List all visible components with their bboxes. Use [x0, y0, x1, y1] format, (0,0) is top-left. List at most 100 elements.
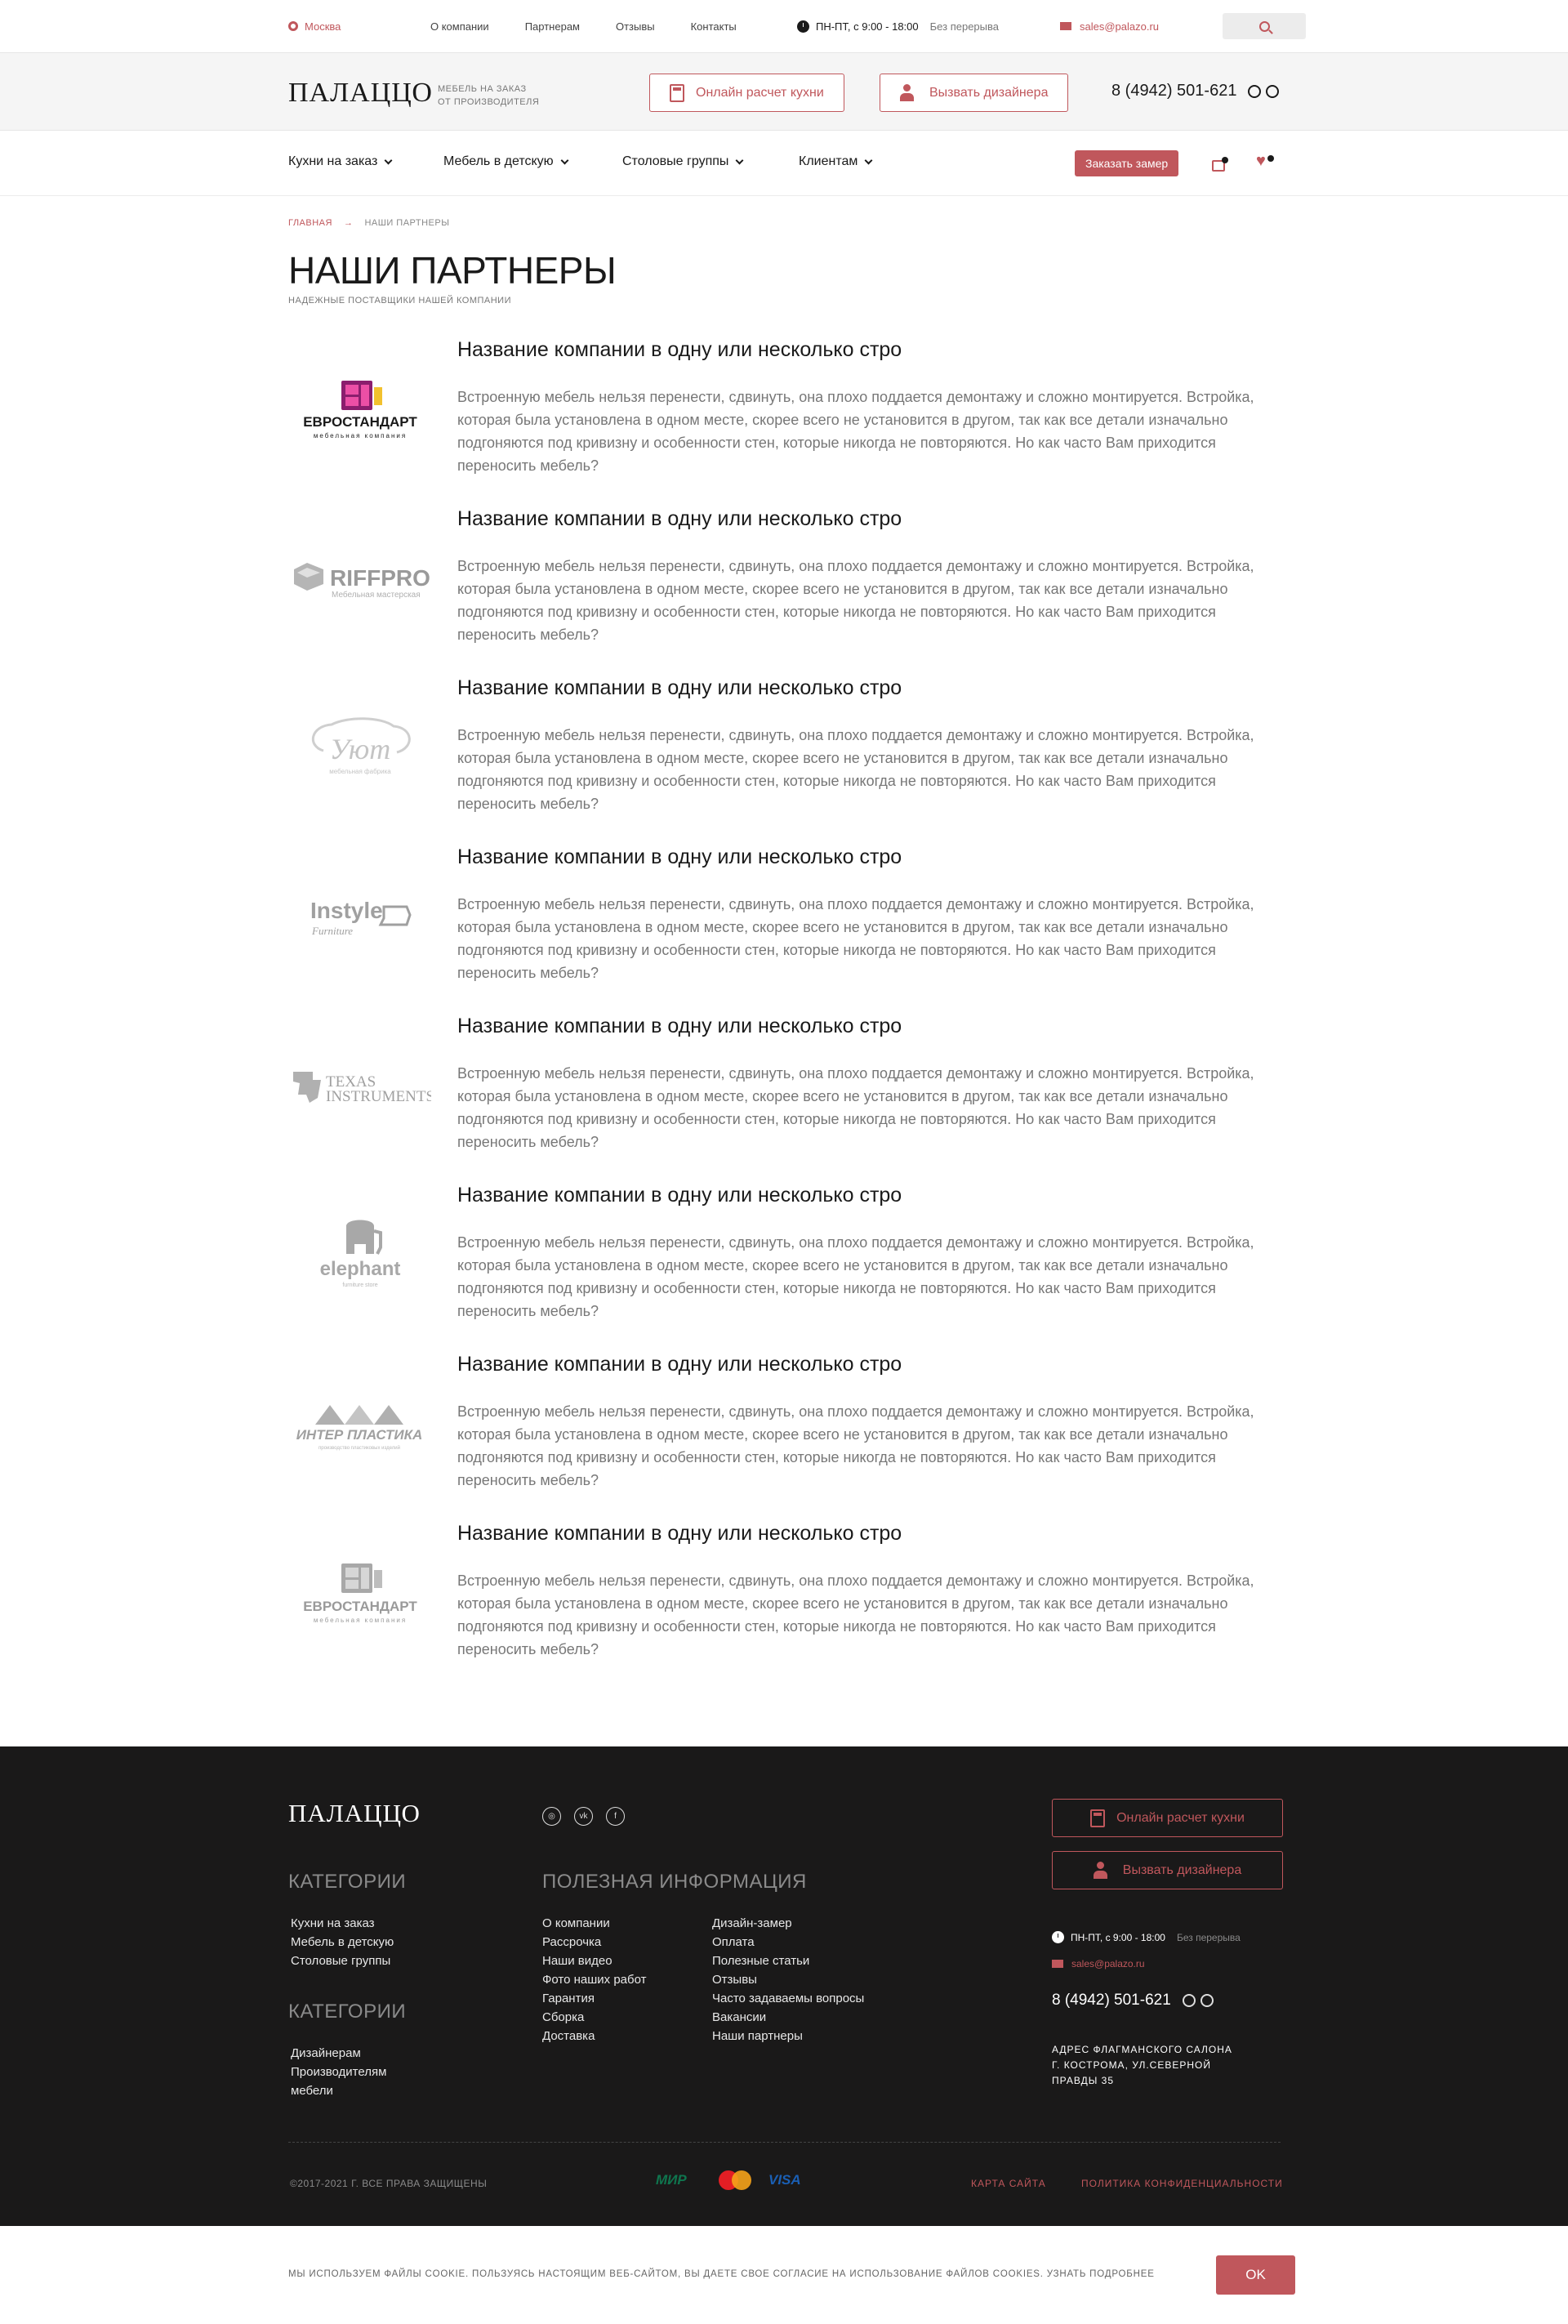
svg-text:ЕВРОСТАНДАРТ: ЕВРОСТАНДАРТ [303, 414, 417, 430]
footer-link-dining[interactable]: Столовые группы [291, 1954, 390, 1968]
footer-hours-text: ПН-ПТ, с 9:00 - 18:00 [1071, 1931, 1165, 1943]
breadcrumb-arrow-icon: → [343, 218, 354, 228]
whatsapp-icon[interactable] [1182, 1994, 1196, 2007]
whatsapp-icon[interactable] [1248, 84, 1262, 98]
slogan-line-2: ОТ ПРОИЗВОДИТЕЛЯ [438, 97, 540, 107]
footer-link-warranty[interactable]: Гарантия [542, 1992, 595, 2005]
logo[interactable]: ПАЛАЦЦО [288, 78, 433, 109]
svg-text:Мебельная мастерская: Мебельная мастерская [332, 590, 421, 600]
footer-link-kids[interactable]: Мебель в детскую [291, 1935, 394, 1949]
partner-name: Название компании в одну или несколько с… [457, 1522, 902, 1545]
partner-logo[interactable]: TEXAS INSTRUMENTS [288, 1037, 431, 1135]
viber-icon[interactable] [1266, 84, 1280, 98]
footer-link-reviews[interactable]: Отзывы [712, 1973, 757, 1987]
footer-online-calc-button[interactable]: Онлайн расчет кухни [1052, 1799, 1283, 1837]
partner-logo[interactable]: RIFFPRO Мебельная мастерская [288, 530, 431, 628]
footer-link-photos[interactable]: Фото наших работ [542, 1973, 647, 1987]
cookie-text: МЫ ИСПОЛЬЗУЕМ ФАЙЛЫ COOKIE. ПОЛЬЗУЯСЬ НА… [288, 2269, 1155, 2279]
calculator-icon [670, 83, 684, 102]
search-button[interactable] [1223, 13, 1306, 39]
top-nav-partners[interactable]: Партнерам [525, 20, 580, 33]
order-measure-button[interactable]: Заказать замер [1075, 150, 1179, 176]
footer-link-designers[interactable]: Дизайнерам [291, 2046, 361, 2060]
privacy-policy-link[interactable]: ПОЛИТИКА КОНФИДЕНЦИАЛЬНОСТИ [1081, 2178, 1283, 2189]
online-calc-button[interactable]: Онлайн расчет кухни [649, 74, 844, 112]
header-phone: 8 (4942) 501-621 [1111, 82, 1280, 100]
top-nav-contacts[interactable]: Контакты [691, 20, 737, 33]
email-link[interactable]: sales@palazo.ru [1060, 20, 1159, 33]
partner-logo[interactable]: ЕВРОСТАНДАРТ мебельная компания [288, 1545, 431, 1643]
footer-link-payment[interactable]: Оплата [712, 1935, 755, 1949]
phone-link[interactable]: 8 (4942) 501-621 [1111, 82, 1236, 100]
footer-link-furniture[interactable]: мебели [291, 2084, 333, 2098]
partner-description: Встроенную мебель нельзя перенести, сдви… [457, 1234, 1254, 1319]
partner-logo[interactable]: elephant furniture store [288, 1207, 431, 1305]
nav-kids-furniture[interactable]: Мебель в детскую [443, 154, 569, 169]
footer-link-videos[interactable]: Наши видео [542, 1954, 612, 1968]
footer-link-vacancies[interactable]: Вакансии [712, 2010, 766, 2024]
breadcrumb-home[interactable]: ГЛАВНАЯ [288, 218, 332, 228]
compare-icon[interactable] [1212, 157, 1228, 172]
top-nav-about[interactable]: О компании [430, 20, 489, 33]
cookie-banner: МЫ ИСПОЛЬЗУЕМ ФАЙЛЫ COOKIE. ПОЛЬЗУЯСЬ НА… [0, 2226, 1568, 2324]
inter-plastika-logo-icon: ИНТЕР ПЛАСТИКА производство пластиковых … [296, 1405, 422, 1451]
favorites-heart-icon[interactable] [1256, 152, 1274, 172]
partner-description: Встроенную мебель нельзя перенести, сдви… [457, 1403, 1254, 1488]
partner-item: ЕВРОСТАНДАРТ мебельная компания Название… [288, 1522, 1281, 1691]
svg-text:Уют: Уют [329, 733, 390, 765]
footer-link-assembly[interactable]: Сборка [542, 2010, 584, 2024]
footer-logo[interactable]: ПАЛАЦЦО [288, 1799, 421, 1828]
top-nav-reviews[interactable]: Отзывы [616, 20, 655, 33]
mastercard-icon [719, 2170, 751, 2190]
call-designer-button[interactable]: Вызвать дизайнера [880, 74, 1069, 112]
svg-text:Instyle: Instyle [310, 898, 383, 923]
footer-divider [288, 2142, 1281, 2143]
chevron-down-icon [735, 156, 744, 164]
footer-link-articles[interactable]: Полезные статьи [712, 1954, 809, 1968]
nav-dining-groups[interactable]: Столовые группы [622, 154, 744, 169]
instagram-icon[interactable]: ◎ [542, 1807, 561, 1826]
city-selector[interactable]: Москва [288, 20, 341, 33]
footer-link-partners[interactable]: Наши партнеры [712, 2029, 803, 2043]
cookie-ok-button[interactable]: OK [1216, 2255, 1295, 2295]
partner-logo[interactable]: Уют мебельная фабрика [288, 699, 431, 797]
footer-phone-link[interactable]: 8 (4942) 501-621 [1052, 1992, 1171, 2010]
footer: ПАЛАЦЦО ◎ vk f КАТЕГОРИИ Кухни на заказ … [0, 1746, 1568, 2226]
partner-logo[interactable]: ЕВРОСТАНДАРТ мебельная компания [288, 361, 431, 459]
evrostandart-logo-icon: ЕВРОСТАНДАРТ мебельная компания [303, 381, 417, 439]
partner-name: Название компании в одну или несколько с… [457, 1015, 902, 1037]
footer-hours-note: Без перерыва [1176, 1931, 1241, 1943]
partner-logo[interactable]: Instyle Furniture [288, 868, 431, 966]
footer-link-faq[interactable]: Часто задаваемы вопросы [712, 1992, 864, 2005]
sitemap-link[interactable]: КАРТА САЙТА [971, 2178, 1046, 2189]
partner-logo[interactable]: ИНТЕР ПЛАСТИКА производство пластиковых … [288, 1376, 431, 1474]
footer-link-about[interactable]: О компании [542, 1916, 610, 1930]
partner-description: Встроенную мебель нельзя перенести, сдви… [457, 1572, 1254, 1657]
elephant-logo-icon: elephant furniture store [319, 1220, 400, 1288]
visa-icon: VISA [768, 2172, 801, 2188]
riffpro-logo-icon: RIFFPRO Мебельная мастерская [293, 563, 430, 600]
footer-online-calc-label: Онлайн расчет кухни [1116, 1810, 1245, 1825]
partner-name: Название компании в одну или несколько с… [457, 1184, 902, 1207]
footer-link-design-measure[interactable]: Дизайн-замер [712, 1916, 792, 1930]
chevron-down-icon [384, 156, 393, 164]
partner-name: Название компании в одну или несколько с… [457, 338, 902, 361]
footer-link-manufacturers[interactable]: Производителям [291, 2065, 386, 2079]
viber-icon[interactable] [1200, 1994, 1214, 2007]
footer-link-kitchens[interactable]: Кухни на заказ [291, 1916, 375, 1930]
facebook-icon[interactable]: f [606, 1807, 625, 1826]
mail-icon [1060, 22, 1071, 30]
svg-text:Furniture: Furniture [311, 925, 353, 937]
footer-call-designer-button[interactable]: Вызвать дизайнера [1052, 1851, 1283, 1889]
svg-text:мебельная фабрика: мебельная фабрика [329, 768, 391, 775]
partner-description: Встроенную мебель нельзя перенести, сдви… [457, 1065, 1254, 1150]
top-bar: Москва О компании Партнерам Отзывы Конта… [0, 0, 1568, 52]
footer-link-installment[interactable]: Рассрочка [542, 1935, 601, 1949]
nav-kitchens[interactable]: Кухни на заказ [288, 154, 393, 169]
footer-email-link[interactable]: sales@palazo.ru [1052, 1958, 1145, 1969]
texas-instruments-logo-icon: TEXAS INSTRUMENTS [293, 1072, 431, 1105]
nav-clients[interactable]: Клиентам [799, 154, 873, 169]
clock-icon [1052, 1931, 1064, 1943]
footer-link-delivery[interactable]: Доставка [542, 2029, 595, 2043]
vk-icon[interactable]: vk [574, 1807, 593, 1826]
